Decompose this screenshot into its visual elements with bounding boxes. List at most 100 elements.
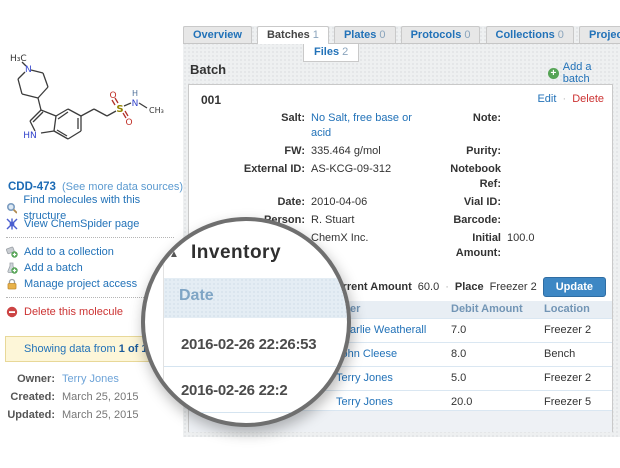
magnified-panel-border (163, 221, 164, 423)
edit-link[interactable]: Edit (537, 93, 556, 105)
row-separator (164, 412, 347, 413)
tab-count: 0 (464, 29, 471, 41)
date-column-header: Date (179, 287, 214, 304)
tab-files[interactable]: Files 2 (303, 44, 360, 62)
atom-label-h3c: H₃C (10, 54, 27, 64)
search-icon (6, 202, 18, 214)
meta-row-owner: Owner: Terry Jones (0, 370, 178, 388)
note-prefix: Showing data from (24, 343, 119, 355)
magnifier-circle: ▲ Inventory Date 2016-02-26 22:26:53 201… (141, 217, 351, 427)
find-molecules-link[interactable]: Find molecules with this structure (6, 194, 178, 222)
atom-label-h: H (132, 89, 138, 98)
tab-collections[interactable]: Collections 0 (485, 26, 574, 43)
field-label: Vial ID: (463, 196, 501, 208)
tab-batches[interactable]: Batches 1 (256, 26, 329, 44)
meta-label: Updated: (7, 409, 55, 421)
field-label: Initial Amount: (455, 232, 501, 259)
field-row: Salt: No Salt, free base or acid Note: (189, 111, 608, 141)
field-row: FW: 335.464 g/mol Purity: (189, 144, 608, 159)
owner-link[interactable]: Terry Jones (62, 370, 119, 388)
delete-link[interactable]: Delete (572, 93, 604, 105)
field-value: 335.464 g/mol (311, 145, 381, 157)
batch-id: 001 (201, 93, 222, 107)
molecule-structure: H₃C N HN S O O H N CH₃ (10, 54, 164, 141)
molecule-meta: Owner: Terry Jones Created: March 25, 20… (0, 370, 178, 424)
tab-protocols[interactable]: Protocols 0 (400, 26, 481, 43)
field-value: 100.0 (507, 232, 535, 244)
tab-bar: Overview Batches 1 Plates 0 Protocols 0 Col… (183, 26, 620, 44)
place-label: Place (454, 281, 484, 293)
location: Freezer 2 (544, 324, 592, 336)
inventory-controls: Current Amount 60.0 · Place Freezer 2 Up… (328, 277, 606, 297)
field-value (507, 144, 608, 159)
tab-count: 0 (557, 29, 564, 41)
meta-row-created: Created: March 25, 2015 (0, 388, 178, 406)
debit-amount: 7.0 (451, 324, 467, 336)
place-value: Freezer 2 (489, 281, 537, 293)
tab-projects[interactable]: Projects1 (578, 26, 620, 43)
salt-value-link[interactable]: No Salt, free base or acid (311, 111, 429, 141)
field-label: Notebook Ref: (450, 163, 501, 190)
tab-count: 2 (342, 46, 349, 58)
current-amount-value: 60.0 (417, 281, 440, 293)
debit-amount: 8.0 (451, 348, 467, 360)
field-label: Barcode: (453, 214, 501, 226)
lock-icon (7, 278, 17, 290)
field-row: External ID: AS-KCG-09-312 Notebook Ref: (189, 162, 608, 192)
atom-label-n: N (25, 65, 32, 75)
tab-overview[interactable]: Overview (183, 26, 252, 43)
tab-count: 0 (379, 29, 386, 41)
field-label: FW: (284, 145, 305, 157)
tag-add-icon (6, 246, 18, 258)
batch-section-title: Batch (190, 62, 227, 77)
atom-label-n: N (132, 99, 139, 109)
flask-add-icon (7, 262, 18, 274)
field-value: AS-KCG-09-312 (311, 163, 392, 175)
location: Bench (544, 348, 576, 360)
field-value: 2010-04-06 (311, 196, 368, 208)
collapse-triangle-icon[interactable]: ▲ (169, 249, 179, 260)
update-button[interactable]: Update (542, 277, 606, 297)
field-value (507, 195, 608, 210)
field-value (507, 162, 608, 192)
delete-icon (6, 306, 18, 318)
row-separator (164, 366, 347, 367)
location: Freezer 2 (544, 372, 592, 384)
atom-label-o: O (125, 118, 132, 128)
field-label: Purity: (466, 145, 501, 157)
field-row: Date: 2010-04-06 Vial ID: (189, 195, 608, 210)
separator: · (445, 281, 449, 293)
add-plus-icon: + (548, 67, 559, 79)
tab-plates[interactable]: Plates 0 (333, 26, 396, 43)
atom-label-ch3: CH₃ (149, 106, 164, 115)
column-header-debit: Debit Amount (451, 303, 523, 315)
add-to-collection-link[interactable]: Add to a collection (6, 244, 178, 260)
meta-row-updated: Updated: March 25, 2015 (0, 406, 178, 424)
page: Overview Batches 1 Plates 0 Protocols 0 Col… (0, 0, 620, 468)
magnified-table-header: Date (164, 278, 347, 318)
field-label: Date: (277, 196, 305, 208)
chemspider-icon (6, 218, 18, 230)
meta-label: Created: (10, 391, 55, 403)
tab-count: 1 (312, 29, 319, 41)
divider (6, 237, 174, 238)
add-a-batch-link[interactable]: + Add a batch (548, 61, 620, 85)
batch-actions: Edit · Delete (537, 93, 604, 105)
inventory-date-cell: 2016-02-26 22:26:53 (181, 336, 317, 353)
atom-label-s: S (116, 104, 123, 115)
separator: · (562, 93, 567, 105)
field-label: Note: (472, 112, 501, 124)
field-value: R. Stuart (311, 214, 355, 226)
inventory-section-title: Inventory (191, 242, 282, 263)
field-label: Salt: (281, 112, 305, 124)
inventory-date-cell: 2016-02-26 22:2 (181, 382, 288, 399)
atom-label-hn: HN (23, 131, 37, 141)
debit-amount: 5.0 (451, 372, 467, 384)
field-value (507, 213, 608, 228)
meta-value: March 25, 2015 (62, 391, 139, 403)
meta-label: Owner: (17, 373, 55, 385)
atom-label-o: O (109, 91, 116, 101)
meta-value: March 25, 2015 (62, 409, 139, 421)
field-value (507, 111, 608, 141)
field-label: External ID: (243, 163, 305, 175)
